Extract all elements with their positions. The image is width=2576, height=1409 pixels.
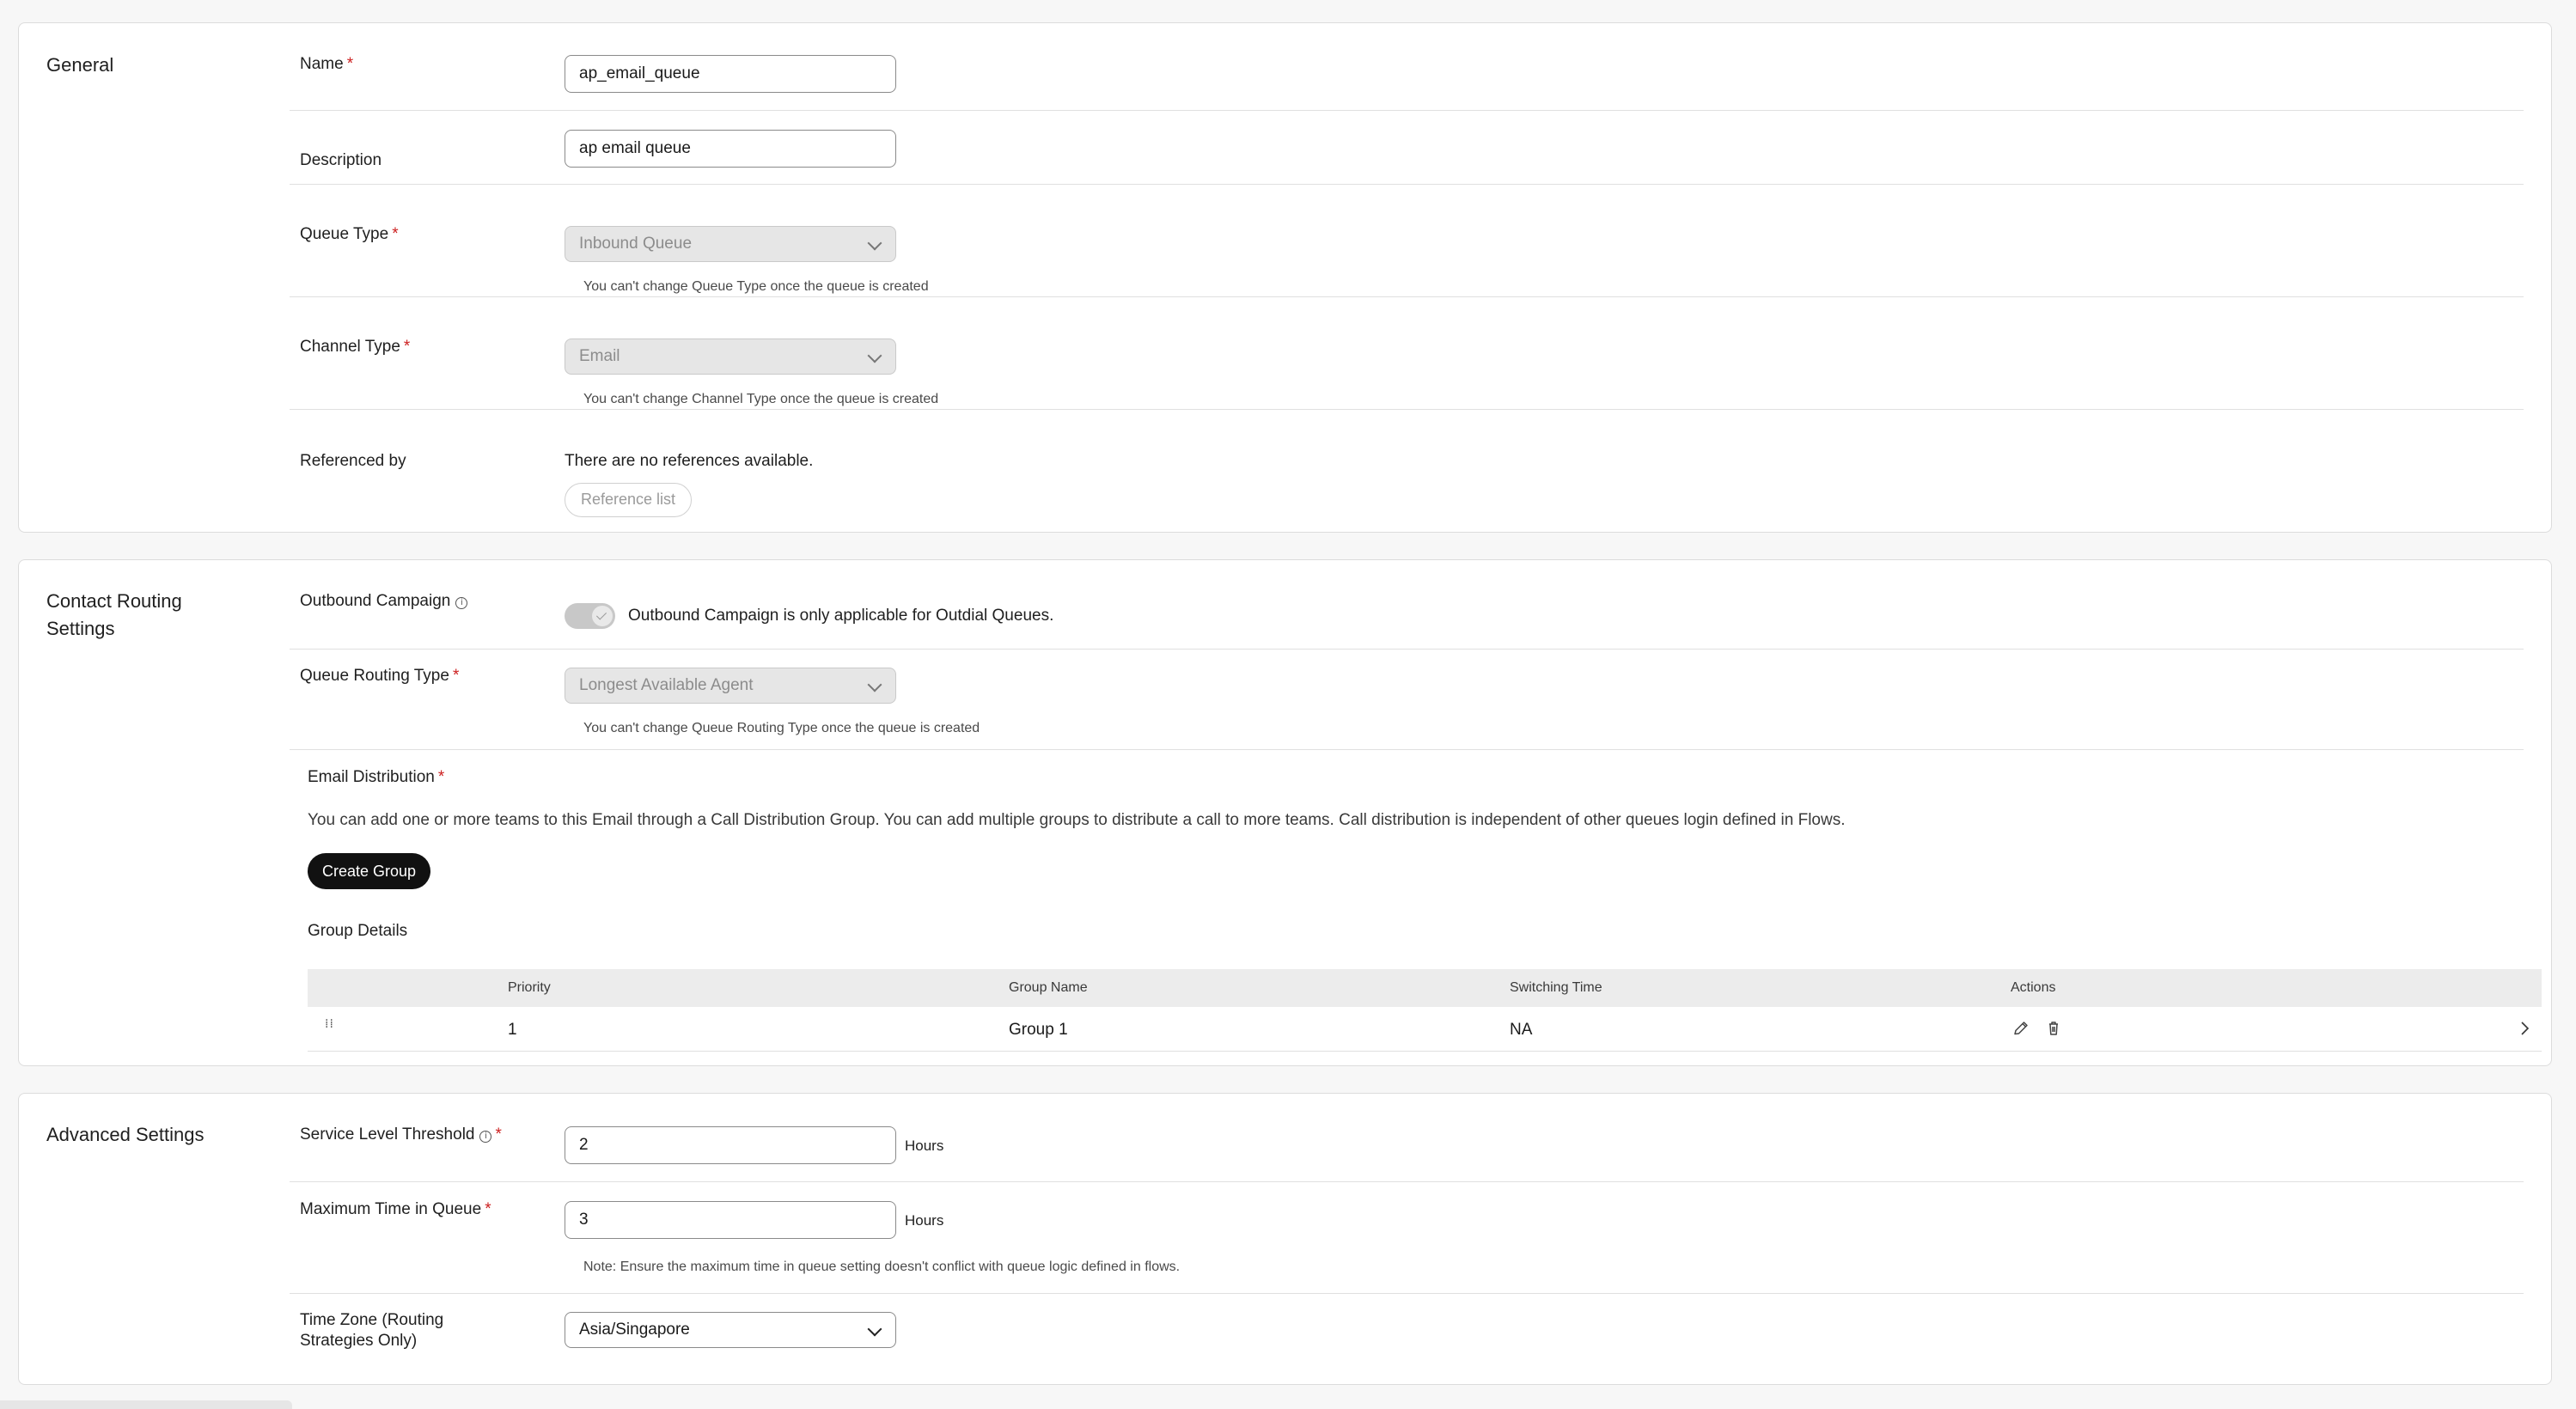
chevron-down-icon <box>867 235 882 251</box>
required-marker: * <box>346 55 354 73</box>
required-marker: * <box>392 225 399 243</box>
chevron-right-icon[interactable] <box>2514 1018 2535 1039</box>
service-level-row: Service Level Thresholdi* Hours <box>290 1094 2524 1182</box>
service-level-input[interactable] <box>565 1126 896 1164</box>
outbound-campaign-text: Outbound Campaign is only applicable for… <box>628 607 1054 625</box>
required-marker: * <box>452 667 460 685</box>
channel-type-row: Channel Type * Email You can't change Cha… <box>290 297 2524 410</box>
chevron-down-icon <box>867 1321 882 1337</box>
table-row[interactable]: ⁞⁞ 1 Group 1 NA <box>308 1007 2542 1052</box>
contact-routing-title: Contact Routing Settings <box>46 590 182 639</box>
advanced-settings-section: Advanced Settings Service Level Threshol… <box>18 1093 2552 1385</box>
time-zone-row: Time Zone (Routing Strategies Only) Asia… <box>290 1294 2524 1380</box>
service-level-label: Service Level Threshold i * <box>300 1125 502 1144</box>
chevron-down-icon <box>867 348 882 363</box>
name-label: Name * <box>300 55 354 73</box>
delete-icon[interactable] <box>2043 1018 2064 1039</box>
queue-type-row: Queue Type * Inbound Queue You can't chan… <box>290 185 2524 297</box>
queue-type-select: Inbound Queue <box>565 226 896 262</box>
row-switching-time: NA <box>1510 1021 1533 1039</box>
queue-routing-type-select: Longest Available Agent <box>565 668 896 704</box>
name-input[interactable] <box>565 55 896 93</box>
max-time-row: Maximum Time in Queue* Hours Note: Ensur… <box>290 1182 2524 1294</box>
drag-handle-icon[interactable]: ⁞⁞ <box>325 1018 333 1034</box>
outbound-campaign-label: Outbound Campaign i <box>300 591 468 612</box>
description-label: Description <box>300 151 382 169</box>
advanced-settings-title: Advanced Settings <box>46 1124 204 1145</box>
max-time-unit: Hours <box>905 1212 944 1229</box>
queue-type-helper: You can't change Queue Type once the que… <box>583 279 929 294</box>
referenced-by-label: Referenced by <box>300 452 406 470</box>
max-time-note: Note: Ensure the maximum time in queue s… <box>583 1260 1181 1274</box>
queue-type-label: Queue Type * <box>300 225 399 243</box>
column-header-group-name: Group Name <box>1009 980 1088 995</box>
general-title: General <box>46 54 114 76</box>
channel-type-label: Channel Type * <box>300 338 411 356</box>
queue-routing-type-helper: You can't change Queue Routing Type once… <box>583 721 980 735</box>
queue-routing-type-row: Queue Routing Type * Longest Available Ag… <box>290 650 2524 750</box>
channel-type-helper: You can't change Channel Type once the q… <box>583 392 939 406</box>
time-zone-select[interactable]: Asia/Singapore <box>565 1312 896 1348</box>
description-input[interactable] <box>565 130 896 168</box>
general-section: General Name* Description Queue Type* In… <box>18 22 2552 533</box>
required-marker: * <box>403 338 411 356</box>
info-icon[interactable]: i <box>455 597 468 609</box>
email-distribution-label: Email Distribution * <box>308 768 445 786</box>
edit-icon[interactable] <box>2011 1018 2031 1039</box>
required-marker: * <box>437 768 445 786</box>
description-row: Description <box>290 111 2524 185</box>
max-time-input[interactable] <box>565 1201 896 1239</box>
toggle-knob <box>592 606 613 626</box>
queue-routing-type-label: Queue Routing Type * <box>300 667 460 685</box>
group-table-header: Priority Group Name Switching Time Actio… <box>308 969 2542 1007</box>
contact-routing-section: Contact Routing Settings Outbound Campai… <box>18 559 2552 1066</box>
service-level-unit: Hours <box>905 1138 944 1154</box>
reference-list-button[interactable]: Reference list <box>565 483 693 517</box>
row-group-name: Group 1 <box>1009 1021 1068 1039</box>
no-references-text: There are no references available. <box>565 452 814 470</box>
info-icon[interactable]: i <box>479 1131 492 1143</box>
chevron-down-icon <box>867 677 882 692</box>
create-group-button[interactable]: Create Group <box>308 853 431 889</box>
column-header-priority: Priority <box>508 980 551 995</box>
email-distribution-description: You can add one or more teams to this Em… <box>308 811 1846 829</box>
outbound-campaign-toggle <box>565 603 615 629</box>
column-header-switching-time: Switching Time <box>1510 980 1602 995</box>
group-details-title: Group Details <box>308 922 408 940</box>
channel-type-select: Email <box>565 339 896 375</box>
name-row: Name * <box>290 23 2524 111</box>
referenced-by-row: Referenced by There are no references av… <box>290 410 2524 530</box>
time-zone-label: Time Zone (Routing Strategies Only) <box>300 1311 444 1350</box>
outbound-campaign-row: Outbound Campaign i Outbound Campaign is … <box>290 560 2524 650</box>
row-priority: 1 <box>508 1021 517 1039</box>
footer-scroll-bar <box>0 1400 292 1409</box>
required-marker: * <box>495 1125 502 1144</box>
column-header-actions: Actions <box>2011 980 2056 995</box>
required-marker: * <box>485 1200 491 1218</box>
max-time-label: Maximum Time in Queue * <box>300 1200 491 1218</box>
